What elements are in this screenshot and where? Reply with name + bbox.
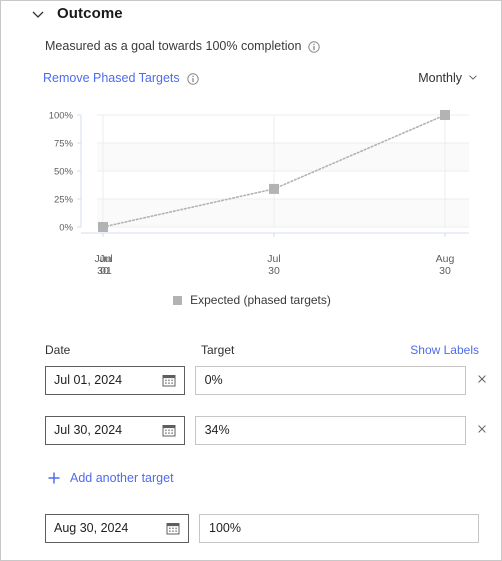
info-icon[interactable] — [186, 72, 199, 85]
legend-label-expected: Expected (phased targets) — [190, 293, 331, 307]
date-value: Jul 01, 2024 — [54, 373, 123, 387]
period-value: Monthly — [418, 71, 462, 85]
chart-x-tick-label-overlap: Jul 01 — [99, 253, 113, 277]
remove-phased-targets-link[interactable]: Remove Phased Targets — [43, 71, 180, 85]
date-input[interactable]: Aug 30, 2024 — [45, 513, 189, 543]
date-input[interactable]: Jul 30, 2024 — [45, 415, 185, 445]
target-value: 0% — [204, 373, 223, 387]
target-input[interactable]: 100% — [199, 513, 479, 543]
svg-text:50%: 50% — [54, 167, 74, 178]
svg-text:25%: 25% — [54, 195, 74, 206]
calendar-icon[interactable] — [162, 373, 176, 387]
outcome-panel: Outcome Measured as a goal towards 100% … — [0, 0, 502, 561]
target-value: 100% — [209, 521, 241, 535]
svg-text:0%: 0% — [59, 223, 73, 234]
remove-phased-targets-row[interactable]: Remove Phased Targets — [43, 71, 199, 85]
add-another-target-button[interactable]: Add another target — [47, 471, 174, 485]
column-header-target: Target — [201, 343, 235, 357]
column-header-date: Date — [45, 343, 71, 357]
close-icon[interactable] — [476, 423, 490, 437]
chart-legend: Expected (phased targets) — [1, 293, 501, 307]
target-input[interactable]: 0% — [194, 365, 466, 395]
svg-text:100%: 100% — [49, 111, 74, 122]
target-value: 34% — [204, 423, 230, 437]
chart-x-axis-labels: Jun 30 Jul 01 Jul 30 Aug 30 — [41, 251, 473, 281]
svg-text:75%: 75% — [54, 139, 74, 150]
date-value: Aug 30, 2024 — [54, 521, 129, 535]
plus-icon — [47, 471, 61, 485]
page-title: Outcome — [57, 5, 123, 22]
chart-x-tick-label: Jul 30 — [267, 253, 281, 277]
calendar-icon[interactable] — [166, 521, 180, 535]
info-icon[interactable] — [308, 40, 321, 53]
target-input[interactable]: 34% — [194, 415, 466, 445]
section-header[interactable]: Outcome — [31, 5, 123, 22]
period-dropdown[interactable]: Monthly — [418, 71, 481, 85]
chevron-down-icon[interactable] — [31, 7, 45, 21]
table-row: Aug 30, 2024 100% — [45, 513, 489, 543]
chevron-down-icon[interactable] — [467, 71, 481, 85]
chart-x-tick-label: Aug 30 — [435, 253, 455, 277]
table-row: Jul 01, 2024 0% — [45, 365, 489, 395]
subtitle-row: Measured as a goal towards 100% completi… — [45, 39, 321, 53]
show-labels-link[interactable]: Show Labels — [410, 343, 479, 357]
add-another-target-label: Add another target — [70, 471, 174, 485]
table-row: Jul 30, 2024 34% — [45, 415, 489, 445]
date-value: Jul 30, 2024 — [54, 423, 123, 437]
calendar-icon[interactable] — [162, 423, 176, 437]
phased-targets-chart: 0% 25% 50% 75% 100% — [41, 105, 473, 255]
subtitle-text: Measured as a goal towards 100% completi… — [45, 39, 302, 53]
date-input[interactable]: Jul 01, 2024 — [45, 365, 185, 395]
close-icon[interactable] — [476, 373, 490, 387]
legend-swatch-expected — [173, 295, 183, 305]
